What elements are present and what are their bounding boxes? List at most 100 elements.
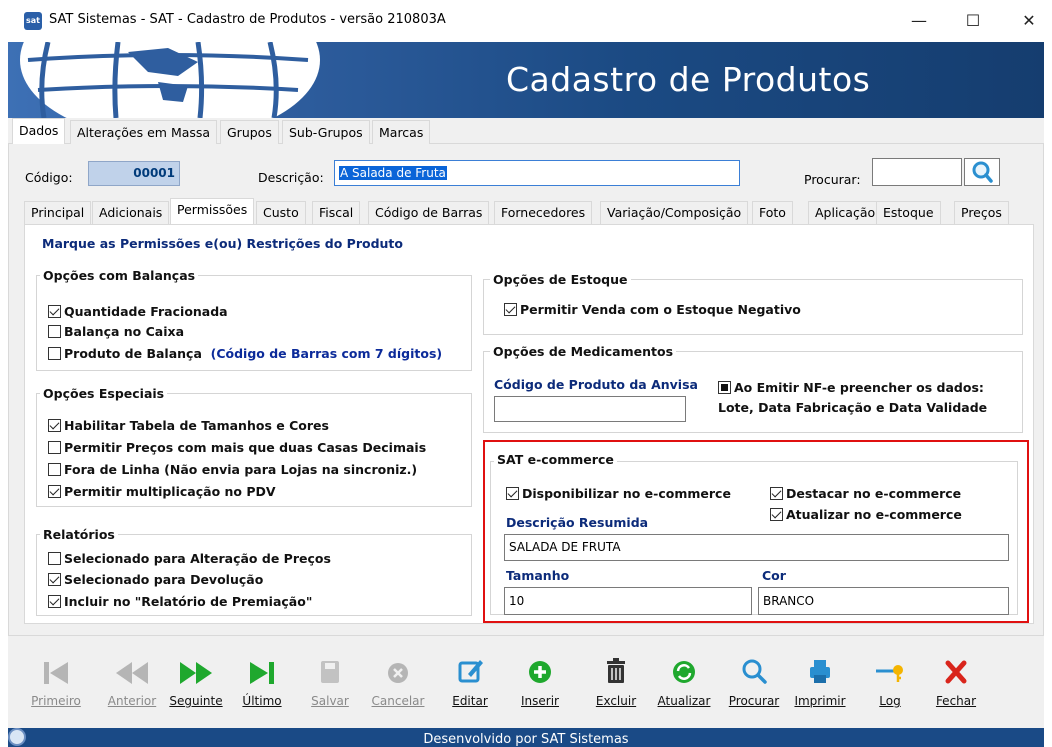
checkbox-empty-icon bbox=[48, 325, 61, 338]
tab-grupos[interactable]: Grupos bbox=[220, 120, 279, 144]
chk-tabela-tamanhos-cores[interactable]: Habilitar Tabela de Tamanhos e Cores bbox=[48, 418, 329, 433]
seguinte-button[interactable]: Seguinte bbox=[166, 652, 226, 722]
window-title: SAT Sistemas - SAT - Cadastro de Produto… bbox=[49, 12, 446, 27]
chk-alteracao-precos[interactable]: Selecionado para Alteração de Preços bbox=[48, 551, 331, 566]
checkbox-checked-icon bbox=[48, 305, 61, 318]
minimize-button[interactable]: — bbox=[896, 6, 942, 36]
checkbox-checked-icon bbox=[48, 573, 61, 586]
especiais-title: Opções Especiais bbox=[40, 386, 168, 401]
descricao-resumida-label: Descrição Resumida bbox=[506, 515, 649, 530]
title-bar: sat SAT Sistemas - SAT - Cadastro de Pro… bbox=[0, 0, 1052, 42]
footer-credit: Desenvolvido por SAT Sistemas bbox=[423, 732, 629, 747]
editar-button[interactable]: Editar bbox=[440, 652, 500, 722]
cor-label: Cor bbox=[762, 568, 786, 583]
tab-alteracoes-em-massa[interactable]: Alterações em Massa bbox=[70, 120, 218, 144]
checkbox-empty-icon bbox=[48, 463, 61, 476]
tab-adicionais[interactable]: Adicionais bbox=[92, 201, 170, 224]
tab-fornecedores[interactable]: Fornecedores bbox=[494, 201, 593, 224]
tamanho-field[interactable]: 10 bbox=[504, 587, 752, 615]
tab-codigo-de-barras[interactable]: Código de Barras bbox=[368, 201, 490, 224]
inserir-button[interactable]: Inserir bbox=[510, 652, 570, 722]
procurar-toolbar-button[interactable]: Procurar bbox=[724, 652, 784, 722]
chk-precos-casas-decimais[interactable]: Permitir Preços com mais que duas Casas … bbox=[48, 440, 426, 455]
tab-sub-grupos[interactable]: Sub-Grupos bbox=[282, 120, 370, 144]
chk-multiplicacao-pdv[interactable]: Permitir multiplicação no PDV bbox=[48, 484, 276, 499]
log-button[interactable]: Log bbox=[860, 652, 920, 722]
procurar-field[interactable] bbox=[872, 158, 962, 186]
tamanho-label: Tamanho bbox=[506, 568, 570, 583]
tab-dados[interactable]: Dados bbox=[12, 118, 66, 145]
next-record-icon bbox=[180, 662, 212, 684]
codigo-field[interactable]: 00001 bbox=[88, 161, 180, 186]
cor-field[interactable]: BRANCO bbox=[758, 587, 1009, 615]
excluir-button[interactable]: Excluir bbox=[586, 652, 646, 722]
descricao-label: Descrição: bbox=[258, 170, 324, 185]
tab-aplicacao[interactable]: Aplicação bbox=[808, 201, 883, 224]
checkbox-indeterminate-icon bbox=[718, 381, 731, 394]
chk-atualizar-ecommerce[interactable]: Atualizar no e-commerce bbox=[770, 507, 962, 522]
cancel-icon bbox=[388, 663, 408, 683]
chk-destacar-ecommerce[interactable]: Destacar no e-commerce bbox=[770, 486, 961, 501]
chk-disponibilizar-ecommerce[interactable]: Disponibilizar no e-commerce bbox=[506, 486, 731, 501]
trash-icon bbox=[607, 658, 625, 683]
tab-variacao-composicao[interactable]: Variação/Composição bbox=[600, 201, 749, 224]
descricao-resumida-field[interactable]: SALADA DE FRUTA bbox=[504, 534, 1009, 561]
chk-nfe-dados-lote[interactable]: Ao Emitir NF-e preencher os dados: bbox=[718, 380, 984, 395]
procurar-label: Procurar: bbox=[804, 172, 861, 187]
header-banner: Cadastro de Produtos bbox=[8, 42, 1044, 118]
tab-estoque[interactable]: Estoque bbox=[876, 201, 941, 224]
checkbox-checked-icon bbox=[770, 508, 783, 521]
chk-relatorio-premiacao[interactable]: Incluir no "Relatório de Premiação" bbox=[48, 594, 312, 609]
tab-marcas[interactable]: Marcas bbox=[372, 120, 431, 144]
codigo-label: Código: bbox=[25, 170, 73, 185]
tab-principal[interactable]: Principal bbox=[24, 201, 92, 224]
imprimir-button[interactable]: Imprimir bbox=[790, 652, 850, 722]
chk-produto-de-balanca[interactable]: Produto de Balança (Código de Barras com… bbox=[48, 346, 442, 361]
relatorios-title: Relatórios bbox=[40, 527, 118, 542]
previous-record-icon bbox=[116, 662, 148, 684]
edit-icon bbox=[458, 660, 483, 683]
checkbox-checked-icon bbox=[48, 595, 61, 608]
last-record-icon bbox=[250, 662, 274, 684]
fechar-button[interactable]: Fechar bbox=[926, 652, 986, 722]
status-footer: Desenvolvido por SAT Sistemas bbox=[8, 728, 1044, 747]
anvisa-field[interactable] bbox=[494, 396, 686, 422]
nfe-line2: Lote, Data Fabricação e Data Validade bbox=[718, 400, 988, 415]
ultimo-button[interactable]: Último bbox=[232, 652, 292, 722]
magnifier-icon bbox=[972, 161, 993, 183]
chk-venda-estoque-negativo[interactable]: Permitir Venda com o Estoque Negativo bbox=[504, 302, 801, 317]
tab-precos[interactable]: Preços bbox=[954, 201, 1009, 224]
estoque-title: Opções de Estoque bbox=[490, 272, 631, 287]
tab-foto[interactable]: Foto bbox=[752, 201, 793, 224]
checkbox-checked-icon bbox=[48, 485, 61, 498]
tab-fiscal[interactable]: Fiscal bbox=[312, 201, 361, 224]
chk-quantidade-fracionada[interactable]: Quantidade Fracionada bbox=[48, 304, 228, 319]
tab-custo[interactable]: Custo bbox=[256, 201, 306, 224]
codigo-barras-note: (Código de Barras com 7 dígitos) bbox=[210, 346, 443, 361]
anterior-button[interactable]: Anterior bbox=[102, 652, 162, 722]
maximize-button[interactable]: ☐ bbox=[950, 6, 996, 36]
main-tab-strip: Dados Alterações em Massa Grupos Sub-Gru… bbox=[8, 118, 1044, 145]
atualizar-button[interactable]: Atualizar bbox=[654, 652, 714, 722]
chk-devolucao[interactable]: Selecionado para Devolução bbox=[48, 572, 263, 587]
cancelar-button[interactable]: Cancelar bbox=[368, 652, 428, 722]
key-icon bbox=[876, 665, 903, 682]
tab-permissoes[interactable]: Permissões bbox=[170, 198, 255, 224]
checkbox-checked-icon bbox=[506, 487, 519, 500]
primeiro-button[interactable]: Primeiro bbox=[26, 652, 86, 722]
chk-balanca-no-caixa[interactable]: Balança no Caixa bbox=[48, 324, 184, 339]
salvar-button[interactable]: Salvar bbox=[300, 652, 360, 722]
checkbox-checked-icon bbox=[770, 487, 783, 500]
banner-title: Cadastro de Produtos bbox=[506, 60, 871, 99]
chk-fora-de-linha[interactable]: Fora de Linha (Não envia para Lojas na s… bbox=[48, 462, 417, 477]
checkbox-empty-icon bbox=[48, 347, 61, 360]
procurar-button[interactable] bbox=[964, 158, 1000, 186]
close-window-button[interactable]: ✕ bbox=[1006, 6, 1052, 36]
anvisa-label: Código de Produto da Anvisa bbox=[494, 377, 698, 392]
checkbox-empty-icon bbox=[48, 441, 61, 454]
descricao-field[interactable]: A Salada de Fruta bbox=[334, 160, 740, 186]
medicamentos-title: Opções de Medicamentos bbox=[490, 344, 677, 359]
permissoes-heading: Marque as Permissões e(ou) Restrições do… bbox=[42, 236, 403, 251]
checkbox-checked-icon bbox=[48, 419, 61, 432]
globe-grid-icon bbox=[27, 42, 309, 118]
